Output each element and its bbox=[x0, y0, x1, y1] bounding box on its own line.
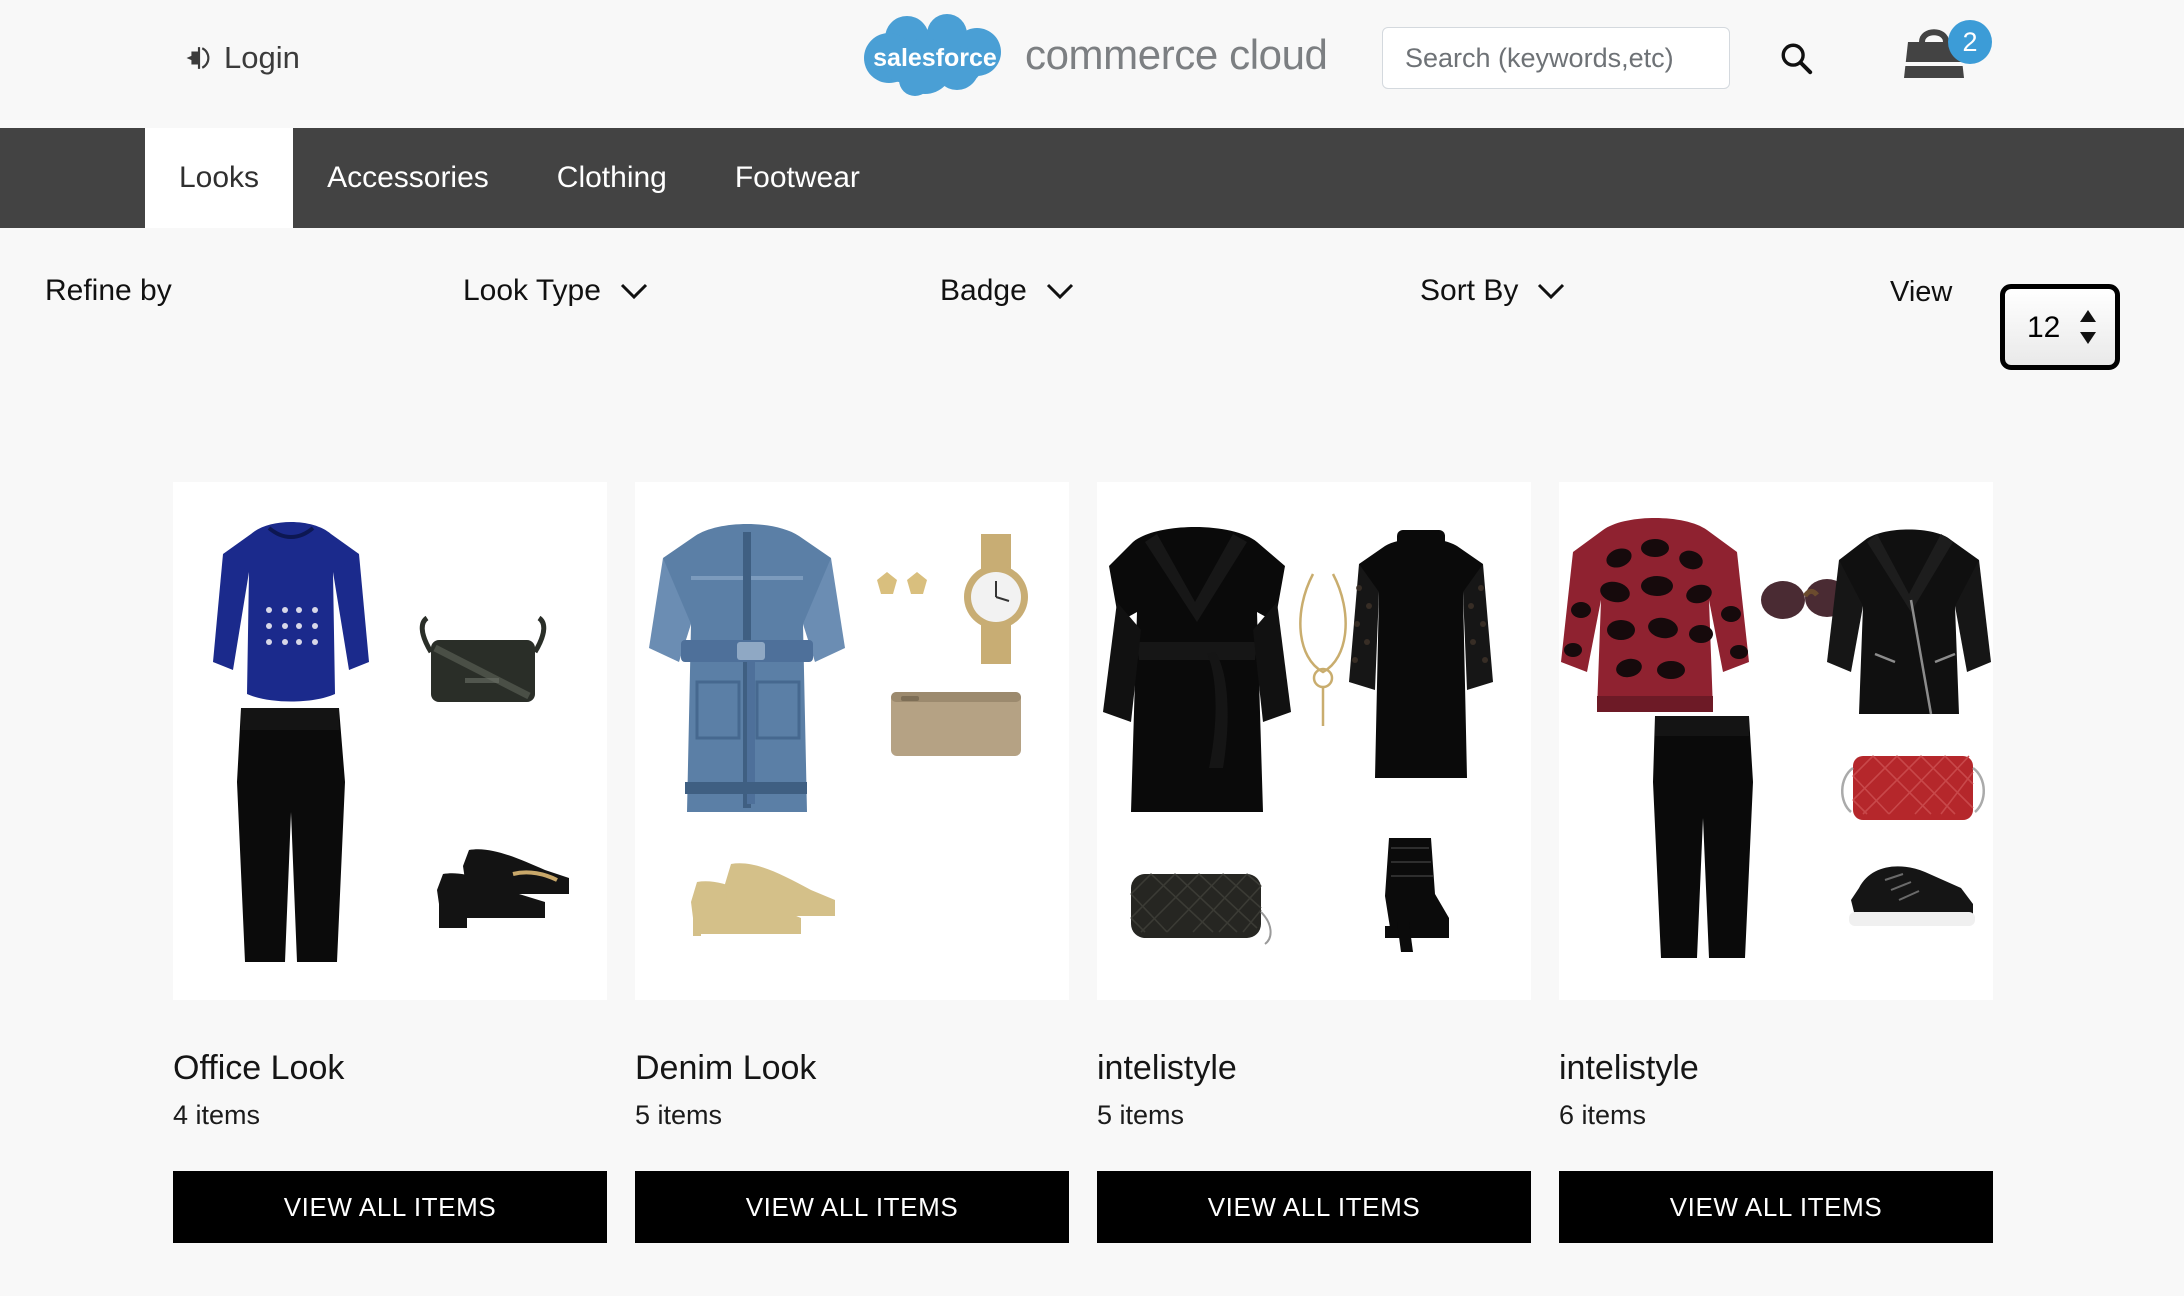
look-card: intelistyle 6 items VIEW ALL ITEMS bbox=[1559, 482, 1993, 1244]
search-box[interactable] bbox=[1382, 27, 1813, 89]
refine-by-label: Refine by bbox=[45, 274, 172, 307]
salesforce-wordmark: salesforce bbox=[873, 44, 997, 72]
look-image-denim[interactable] bbox=[635, 482, 1069, 1000]
nav-label: Looks bbox=[179, 161, 260, 194]
look-image-office[interactable] bbox=[173, 482, 607, 1000]
view-all-items-button[interactable]: VIEW ALL ITEMS bbox=[635, 1171, 1069, 1244]
login-link[interactable]: Login bbox=[186, 40, 300, 76]
search-icon bbox=[1781, 43, 1813, 75]
view-count-select[interactable]: 12 bbox=[2000, 284, 2120, 370]
filter-label: Badge bbox=[940, 274, 1027, 307]
nav-item-accessories[interactable]: Accessories bbox=[293, 128, 523, 228]
look-image-intelistyle-black[interactable] bbox=[1097, 482, 1531, 1000]
search-button[interactable] bbox=[1773, 41, 1835, 75]
look-title[interactable]: Office Look bbox=[173, 1049, 607, 1087]
look-item-count: 5 items bbox=[635, 1100, 723, 1131]
site-header: Login salesforce commerce cloud Search (… bbox=[0, 0, 2184, 128]
login-label: Login bbox=[224, 40, 300, 75]
search-input[interactable] bbox=[1383, 28, 1773, 88]
outfit-collage bbox=[1561, 518, 1991, 958]
look-card: Office Look 4 items VIEW ALL ITEMS bbox=[173, 482, 607, 1244]
view-count-select-wrap[interactable]: 12 bbox=[2000, 284, 2120, 370]
refinement-bar: Refine by Look Type Badge Sort By View bbox=[0, 228, 2184, 356]
looks-grid: Office Look 4 items VIEW ALL ITEMS Denim… bbox=[173, 482, 1993, 1244]
nav-label: Footwear bbox=[734, 161, 860, 194]
outfit-collage bbox=[649, 524, 1028, 936]
chevron-down-icon bbox=[620, 283, 647, 300]
outfit-collage bbox=[213, 522, 569, 962]
cart-count-badge: 2 bbox=[1948, 20, 1992, 64]
brand-name: commerce cloud bbox=[1025, 31, 1328, 78]
chevron-down-icon bbox=[1538, 283, 1565, 300]
outfit-collage bbox=[1103, 527, 1493, 952]
nav-item-looks[interactable]: Looks bbox=[145, 128, 294, 228]
sign-in-icon bbox=[186, 47, 210, 69]
view-all-items-button[interactable]: VIEW ALL ITEMS bbox=[1097, 1171, 1531, 1244]
nav-item-clothing[interactable]: Clothing bbox=[523, 128, 701, 228]
view-all-items-button[interactable]: VIEW ALL ITEMS bbox=[1559, 1171, 1993, 1244]
nav-item-footwear[interactable]: Footwear bbox=[701, 128, 894, 228]
look-image-intelistyle-red[interactable] bbox=[1559, 482, 1993, 1000]
look-item-count: 5 items bbox=[1097, 1100, 1185, 1131]
look-card: Denim Look 5 items VIEW ALL ITEMS bbox=[635, 482, 1069, 1244]
view-label: View bbox=[1890, 276, 1953, 308]
nav-label: Accessories bbox=[327, 161, 489, 194]
filter-label: Sort By bbox=[1420, 274, 1519, 307]
look-item-count: 4 items bbox=[173, 1100, 261, 1131]
salesforce-cloud-icon: salesforce bbox=[855, 14, 1019, 96]
look-item-count: 6 items bbox=[1559, 1100, 1647, 1131]
filter-sort-by[interactable]: Sort By bbox=[1420, 274, 1566, 308]
view-all-items-button[interactable]: VIEW ALL ITEMS bbox=[173, 1171, 607, 1244]
cart-button[interactable]: 2 bbox=[1902, 20, 1994, 92]
look-title[interactable]: intelistyle bbox=[1559, 1049, 1993, 1087]
filter-badge[interactable]: Badge bbox=[940, 274, 1075, 308]
look-title[interactable]: intelistyle bbox=[1097, 1049, 1531, 1087]
main-navigation: Looks Accessories Clothing Footwear bbox=[0, 128, 2184, 228]
filter-look-type[interactable]: Look Type bbox=[463, 274, 649, 308]
filter-label: Look Type bbox=[463, 274, 601, 307]
brand-logo[interactable]: salesforce commerce cloud bbox=[855, 14, 1328, 96]
nav-label: Clothing bbox=[556, 161, 667, 194]
look-card: intelistyle 5 items VIEW ALL ITEMS bbox=[1097, 482, 1531, 1244]
look-title[interactable]: Denim Look bbox=[635, 1049, 1069, 1087]
chevron-down-icon bbox=[1046, 283, 1073, 300]
